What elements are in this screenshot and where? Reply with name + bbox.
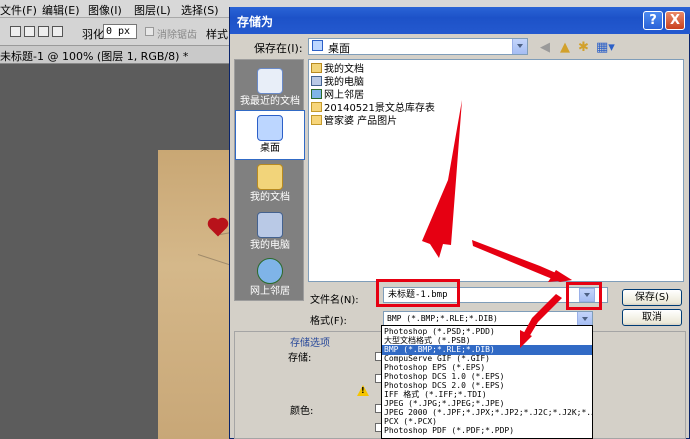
list-item[interactable]: 我的文档 xyxy=(311,63,364,76)
chevron-down-icon[interactable] xyxy=(577,312,592,325)
desktop-icon xyxy=(312,40,323,51)
new-selection-icon[interactable] xyxy=(10,26,21,37)
place-label: 我的文档 xyxy=(250,192,290,203)
my-computer-icon xyxy=(257,212,283,238)
my-computer-icon xyxy=(311,76,322,86)
new-folder-icon[interactable]: ✱ xyxy=(578,41,589,54)
format-select[interactable]: BMP (*.BMP;*.RLE;*.DIB) xyxy=(383,311,593,326)
place-label: 我的电脑 xyxy=(250,240,290,251)
folder-icon xyxy=(311,102,322,112)
save-options-label: 存储: xyxy=(288,353,312,364)
save-in-value: 桌面 xyxy=(328,42,350,55)
canvas-image xyxy=(158,150,246,439)
menu-layer[interactable]: 图层(L) xyxy=(134,2,171,18)
list-item[interactable]: 网上邻居 xyxy=(311,89,364,102)
save-in-label: 保存在(I): xyxy=(254,42,303,55)
dropdown-highlight-box xyxy=(566,282,602,310)
color-label: 颜色: xyxy=(290,406,314,417)
save-in-combo[interactable]: 桌面 xyxy=(308,38,528,55)
place-recent[interactable]: 我最近的文档 xyxy=(235,64,305,114)
antialias-checkbox[interactable] xyxy=(145,27,154,36)
menu-file[interactable]: 文件(F) xyxy=(0,2,37,18)
save-as-dialog: 存储为 ? X 保存在(I): 桌面 ◀ ▲ ✱ ▦▾ 我最近的文档 桌面 我的… xyxy=(229,7,690,439)
style-label: 样式 xyxy=(206,28,228,41)
file-name: 我的文档 xyxy=(324,64,364,75)
format-select-value: BMP (*.BMP;*.RLE;*.DIB) xyxy=(387,314,498,323)
file-list[interactable]: 我的文档 我的电脑 网上邻居 20140521景文总库存表 管家婆 产品图片 xyxy=(308,59,684,282)
menu-image[interactable]: 图像(I) xyxy=(88,2,122,18)
dialog-titlebar[interactable]: 存储为 ? X xyxy=(230,7,690,34)
list-item[interactable]: 管家婆 产品图片 xyxy=(311,115,397,128)
format-option[interactable]: Photoshop PDF (*.PDF;*.PDP) xyxy=(382,426,592,436)
subtract-selection-icon[interactable] xyxy=(38,26,49,37)
format-dropdown-list[interactable]: Photoshop (*.PSD;*.PDD) 大型文档格式 (*.PSB) B… xyxy=(381,325,593,439)
place-network[interactable]: 网上邻居 xyxy=(235,254,305,304)
network-places-icon xyxy=(311,89,322,99)
file-name: 20140521景文总库存表 xyxy=(324,103,435,114)
file-name: 管家婆 产品图片 xyxy=(324,116,398,127)
warning-icon xyxy=(357,385,369,396)
document-title: 未标题-1 @ 100% (图层 1, RGB/8) * xyxy=(0,50,189,63)
places-bar: 我最近的文档 桌面 我的文档 我的电脑 网上邻居 xyxy=(234,59,305,304)
save-button[interactable]: 保存(S) xyxy=(622,289,682,306)
feather-input[interactable]: 0 px xyxy=(103,24,137,39)
place-label: 网上邻居 xyxy=(250,286,290,297)
view-menu-icon[interactable]: ▦▾ xyxy=(596,41,615,54)
add-selection-icon[interactable] xyxy=(24,26,35,37)
filename-highlight-box xyxy=(376,279,460,307)
menu-select[interactable]: 选择(S) xyxy=(181,2,219,18)
list-item[interactable]: 我的电脑 xyxy=(311,76,364,89)
intersect-selection-icon[interactable] xyxy=(52,26,63,37)
file-name: 网上邻居 xyxy=(324,90,364,101)
format-label: 格式(F): xyxy=(310,316,347,327)
my-documents-icon xyxy=(311,63,322,73)
close-button[interactable]: X xyxy=(665,11,685,30)
list-item[interactable]: 20140521景文总库存表 xyxy=(311,102,435,115)
antialias-label: 消除锯齿 xyxy=(157,30,197,41)
chevron-down-icon[interactable] xyxy=(512,39,527,54)
save-options-title: 存储选项 xyxy=(290,338,330,349)
network-places-icon xyxy=(257,258,283,284)
cancel-button[interactable]: 取消 xyxy=(622,309,682,326)
place-my-computer[interactable]: 我的电脑 xyxy=(235,208,305,258)
place-my-documents[interactable]: 我的文档 xyxy=(235,160,305,210)
dialog-title: 存储为 xyxy=(237,15,274,29)
help-button[interactable]: ? xyxy=(643,11,663,30)
place-desktop[interactable]: 桌面 xyxy=(235,110,305,160)
menu-edit[interactable]: 编辑(E) xyxy=(42,2,80,18)
place-label: 桌面 xyxy=(260,143,280,154)
filename-label: 文件名(N): xyxy=(310,295,359,306)
file-name: 我的电脑 xyxy=(324,77,364,88)
folder-icon xyxy=(311,115,322,125)
my-documents-icon xyxy=(257,164,283,190)
place-label: 我最近的文档 xyxy=(240,96,300,107)
back-icon[interactable]: ◀ xyxy=(540,41,550,54)
up-folder-icon[interactable]: ▲ xyxy=(560,41,570,54)
recent-docs-icon xyxy=(257,68,283,94)
desktop-icon xyxy=(257,115,283,141)
